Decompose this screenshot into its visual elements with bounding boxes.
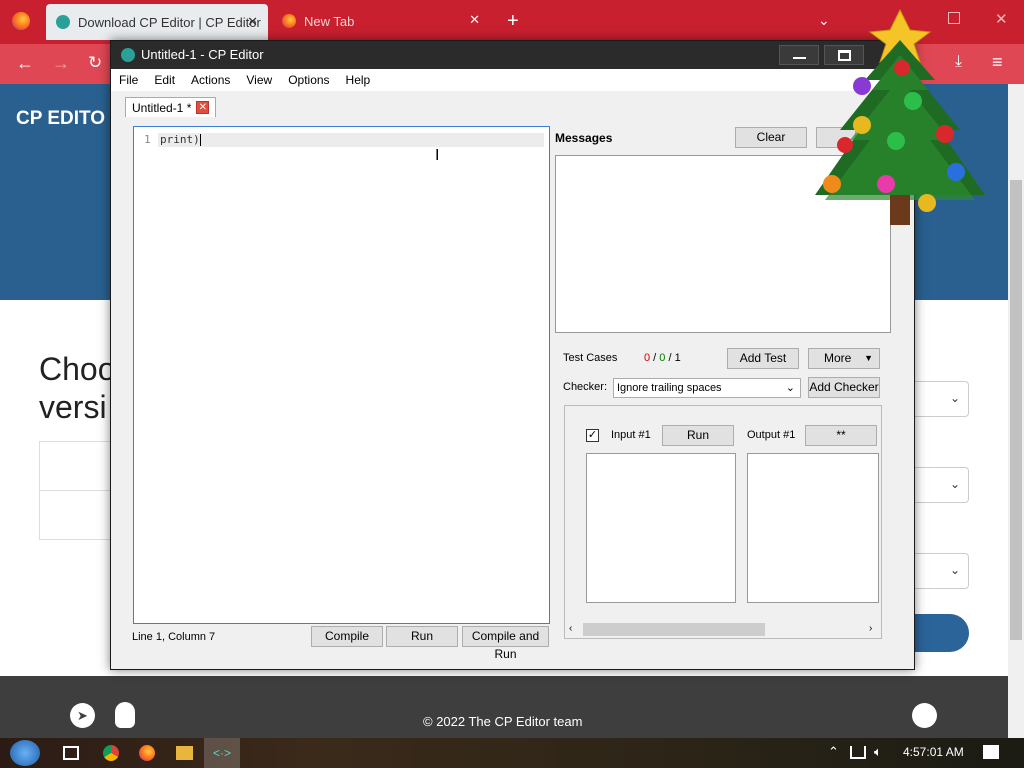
compile-button[interactable]: Compile <box>311 626 383 647</box>
more-button[interactable]: More ▼ <box>808 348 880 369</box>
menu-view[interactable]: View <box>238 73 280 87</box>
chrome-icon[interactable] <box>103 745 119 761</box>
text-caret <box>199 134 201 146</box>
site-card-divider <box>39 490 114 491</box>
tab-new-tab[interactable]: New Tab ✕ <box>280 2 490 40</box>
page-scrollbar-thumb[interactable] <box>1010 180 1022 640</box>
cp-editor-window: Untitled-1 - CP Editor File Edit Actions… <box>110 40 915 670</box>
new-tab-button[interactable]: + <box>507 10 519 33</box>
task-view-icon[interactable] <box>63 746 79 760</box>
os-select[interactable]: ⌄ <box>914 381 969 417</box>
telegram-icon[interactable]: ➤ <box>70 703 95 728</box>
chevron-down-icon: ⌄ <box>785 382 795 394</box>
scrollbar-thumb[interactable] <box>583 623 765 636</box>
menu-bar: File Edit Actions View Options Help <box>111 69 914 91</box>
test-input-box[interactable] <box>586 453 736 603</box>
code-line[interactable]: print) <box>160 133 201 146</box>
cp-editor-app-icon <box>121 48 135 62</box>
scroll-right-icon[interactable]: › <box>869 623 872 634</box>
menu-edit[interactable]: Edit <box>146 73 183 87</box>
code-editor[interactable]: 1 print) I <box>133 126 550 624</box>
current-line-highlight <box>158 133 544 147</box>
choose-version-heading: Choo versi <box>39 351 116 425</box>
code-text: print) <box>160 133 200 146</box>
reload-icon[interactable]: ↻ <box>88 53 102 73</box>
total-count: 1 <box>674 352 681 364</box>
github-icon[interactable] <box>912 703 937 728</box>
site-logo[interactable]: CP EDITO <box>16 108 105 130</box>
passed-count: 0 <box>659 352 666 364</box>
chevron-down-icon: ⌄ <box>949 477 960 491</box>
taskbar-clock[interactable]: 4:57:01 AM <box>903 745 964 759</box>
checker-label: Checker: <box>563 381 608 393</box>
window-title: Untitled-1 - CP Editor <box>141 47 264 62</box>
arch-select[interactable]: ⌄ <box>914 553 969 589</box>
menu-file[interactable]: File <box>111 73 146 87</box>
close-tab-icon[interactable]: ✕ <box>469 12 480 28</box>
input-label: Input #1 <box>611 429 651 441</box>
test-case-counts: 0 / 0 / 1 <box>644 352 681 364</box>
download-button[interactable] <box>914 614 969 652</box>
clear-messages-button[interactable]: Clear <box>735 127 807 148</box>
test-enabled-checkbox[interactable]: ✓ <box>586 429 599 442</box>
start-icon[interactable] <box>10 740 40 766</box>
notification-icon[interactable] <box>983 745 999 759</box>
show-hidden-icons-icon[interactable]: ⌃ <box>828 744 839 760</box>
messages-label: Messages <box>555 131 613 145</box>
file-explorer-icon[interactable] <box>176 746 193 760</box>
firefox-taskbar-icon[interactable] <box>139 745 155 761</box>
add-checker-button[interactable]: Add Checker <box>808 377 880 398</box>
more-label: More <box>824 351 852 365</box>
close-window-icon[interactable]: ✕ <box>995 10 1008 28</box>
chevron-down-icon: ⌄ <box>949 391 960 405</box>
menu-actions[interactable]: Actions <box>183 73 238 87</box>
run-button[interactable]: Run <box>386 626 458 647</box>
test-output-box[interactable] <box>747 453 879 603</box>
back-icon[interactable]: ← <box>16 53 34 74</box>
compile-and-run-button[interactable]: Compile and Run <box>462 626 549 661</box>
window-title-bar[interactable]: Untitled-1 - CP Editor <box>111 41 914 69</box>
tab-label: New Tab <box>304 13 355 29</box>
run-test-button[interactable]: Run <box>662 425 734 446</box>
close-tab-icon[interactable]: ✕ <box>196 101 210 114</box>
horizontal-scrollbar[interactable]: ‹ › <box>565 621 881 638</box>
app-menu-icon[interactable]: ≡ <box>992 52 1003 73</box>
cp-editor-taskbar-icon[interactable]: <·> <box>204 738 240 768</box>
output-label: Output #1 <box>747 429 796 441</box>
volume-icon[interactable]: 🔈︎ <box>874 744 882 760</box>
dropdown-arrow-icon: ▼ <box>864 353 873 363</box>
footer-copyright: © 2022 The CP Editor team <box>423 714 583 729</box>
firefox-menu-icon[interactable] <box>12 12 30 30</box>
cp-editor-favicon-icon <box>56 15 70 29</box>
test-cases-panel: ✓ Input #1 Run Output #1 ** ‹ › <box>564 405 882 639</box>
tab-download-cp-editor[interactable]: Download CP Editor | CP Editor ✕ <box>46 4 268 40</box>
failed-count: 0 <box>644 352 651 364</box>
close-tab-icon[interactable]: ✕ <box>247 14 258 30</box>
christmas-tree-decoration <box>815 8 985 225</box>
taskbar: <·> ⌃ 🔈︎ <box>0 738 1024 768</box>
firefox-favicon-icon <box>282 14 296 28</box>
forward-icon[interactable]: → <box>52 53 70 74</box>
tab-label: Download CP Editor | CP Editor <box>78 14 261 30</box>
menu-help[interactable]: Help <box>338 73 379 87</box>
test-cases-label: Test Cases <box>563 352 618 364</box>
text-cursor-icon: I <box>435 147 440 164</box>
add-test-button[interactable]: Add Test <box>727 348 799 369</box>
diff-button[interactable]: ** <box>805 425 877 446</box>
chevron-down-icon: ⌄ <box>949 563 960 577</box>
checker-value: Ignore trailing spaces <box>617 382 722 394</box>
version-select[interactable]: ⌄ <box>914 467 969 503</box>
cursor-position-status: Line 1, Column 7 <box>132 631 216 643</box>
qq-icon[interactable] <box>115 702 135 728</box>
network-icon[interactable] <box>850 746 866 759</box>
menu-options[interactable]: Options <box>280 73 337 87</box>
scroll-left-icon[interactable]: ‹ <box>569 623 572 634</box>
doc-tab-label: Untitled-1 * <box>132 100 192 115</box>
tab-untitled-1[interactable]: Untitled-1 * ✕ <box>125 97 217 117</box>
line-number: 1 <box>144 133 151 146</box>
checker-select[interactable]: Ignore trailing spaces ⌄ <box>613 378 801 398</box>
